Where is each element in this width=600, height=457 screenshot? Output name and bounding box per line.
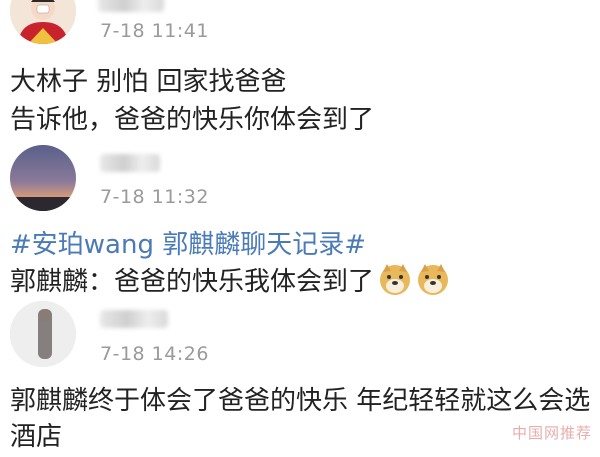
comment-line-2: 告诉他，爸爸的快乐你体会到了 [10, 105, 375, 135]
avatar[interactable] [10, 301, 76, 367]
timestamp: 7-18 11:41 [100, 20, 209, 42]
comment-line-1: 大林子 别怕 回家找爸爸 [10, 67, 287, 97]
avatar[interactable] [10, 0, 76, 44]
username-blurred[interactable] [100, 310, 168, 328]
doge-icon [378, 262, 412, 296]
comment-line-2: 酒店 [10, 422, 63, 452]
timestamp: 7-18 14:26 [100, 343, 209, 365]
timestamp: 7-18 11:32 [100, 186, 209, 208]
username-blurred[interactable] [98, 0, 164, 12]
comment-line-1: 郭麒麟终于体会了爸爸的快乐 年纪轻轻就这么会选 [10, 386, 591, 416]
avatar[interactable] [10, 145, 76, 211]
watermark: 中国网推荐 [511, 424, 592, 442]
hashtag-link[interactable]: #安珀wang 郭麒麟聊天记录# [10, 226, 366, 264]
doge-icon [416, 262, 450, 296]
username-blurred[interactable] [100, 154, 160, 172]
quote-line: 郭麒麟：爸爸的快乐我体会到了 [10, 262, 450, 301]
quote-text: 郭麒麟：爸爸的快乐我体会到了 [10, 267, 375, 297]
